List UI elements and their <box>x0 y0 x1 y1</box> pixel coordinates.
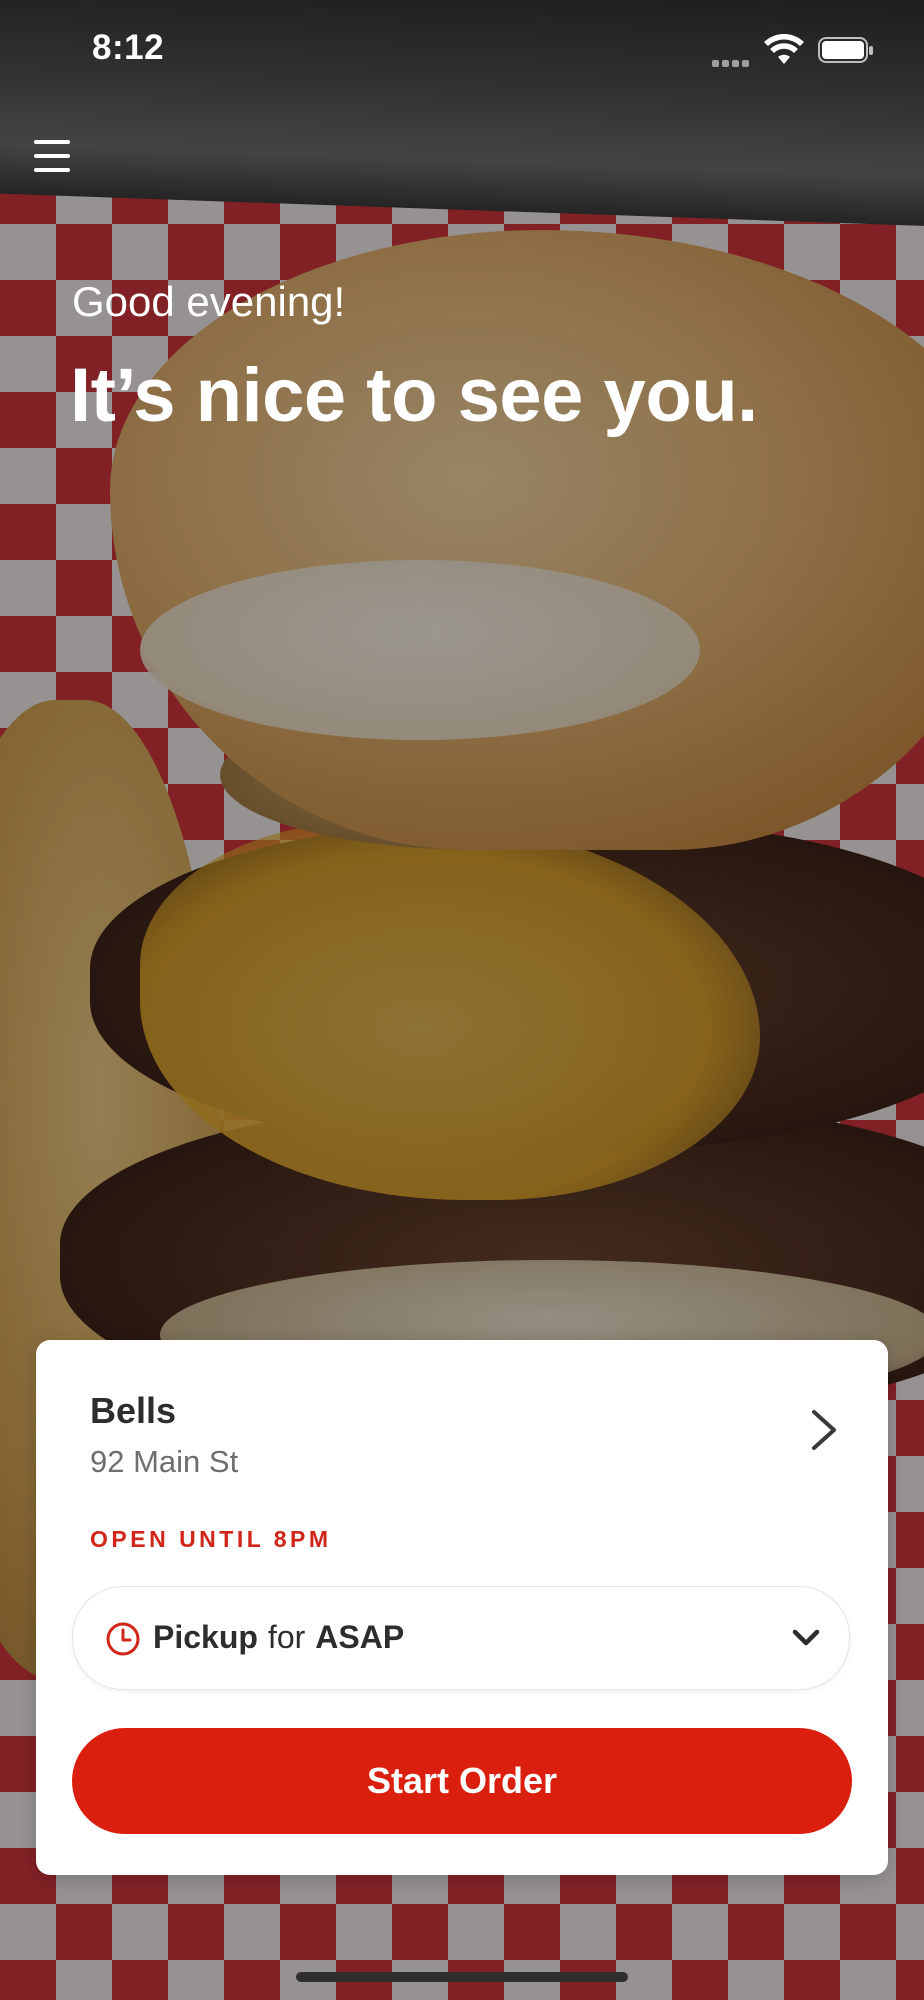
home-indicator <box>296 1972 628 1982</box>
clock-icon <box>106 1622 140 1656</box>
open-status: OPEN UNTIL 8PM <box>90 1526 332 1552</box>
status-time: 8:12 <box>92 28 165 67</box>
order-mode-select[interactable]: Pickup for ASAP <box>72 1586 850 1690</box>
greeting-text: Good evening! <box>72 278 346 325</box>
store-address: 92 Main St <box>90 1444 239 1479</box>
order-mode: Pickup <box>153 1619 258 1655</box>
screen: 8:12 Good evening! It’s nice to see you.… <box>0 0 924 2000</box>
cellular-signal-icon <box>712 54 756 67</box>
start-order-button[interactable]: Start Order <box>72 1728 852 1834</box>
chevron-down-icon <box>792 1629 820 1646</box>
wifi-icon <box>764 34 804 64</box>
battery-icon <box>818 37 873 63</box>
hamburger-menu-icon[interactable] <box>34 140 72 178</box>
order-mode-connector: for <box>267 1619 306 1655</box>
store-name: Bells <box>90 1390 177 1431</box>
chevron-right-icon <box>812 1410 836 1450</box>
status-bar: 8:12 <box>0 0 924 100</box>
order-time: ASAP <box>315 1619 405 1655</box>
order-mode-text: Pickup for ASAP <box>153 1619 404 1656</box>
store-card: Bells 92 Main St OPEN UNTIL 8PM Pickup fo… <box>36 1340 888 1875</box>
store-selector[interactable]: Bells 92 Main St <box>36 1340 888 1490</box>
headline: It’s nice to see you. <box>70 353 758 438</box>
